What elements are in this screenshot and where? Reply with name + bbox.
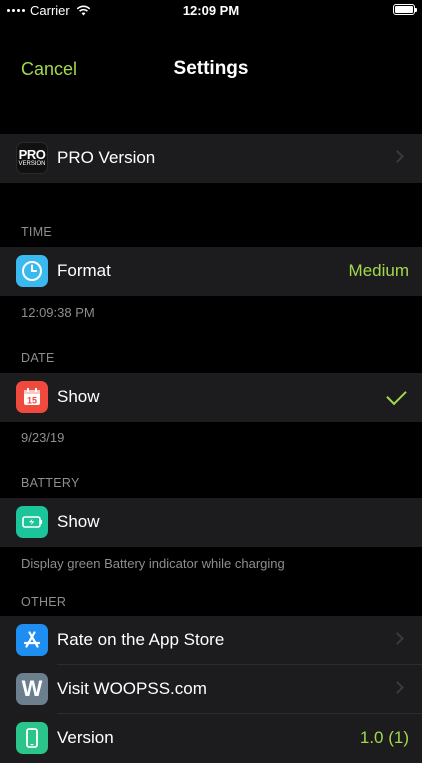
chevron-right-icon xyxy=(391,150,404,163)
phone-icon xyxy=(16,722,48,754)
page-title: Settings xyxy=(173,58,249,79)
time-preview: 12:09:38 PM xyxy=(21,305,95,320)
woopss-icon: W xyxy=(16,673,48,705)
other-section-header: OTHER xyxy=(21,595,67,609)
format-label: Format xyxy=(57,261,111,280)
status-bar: Carrier 12:09 PM xyxy=(0,0,422,22)
date-show-label: Show xyxy=(57,387,100,406)
rate-app-store-row[interactable]: Rate on the App Store xyxy=(0,616,422,665)
time-format-row[interactable]: Format Medium xyxy=(0,247,422,296)
date-section-header: DATE xyxy=(21,351,55,365)
app-store-icon xyxy=(16,624,48,656)
chevron-right-icon xyxy=(391,632,404,645)
chevron-right-icon xyxy=(391,681,404,694)
date-preview: 9/23/19 xyxy=(21,430,65,445)
format-value: Medium xyxy=(348,261,409,280)
navigation-bar: Cancel Settings xyxy=(0,22,422,118)
battery-status-icon xyxy=(393,4,417,15)
battery-charging-icon xyxy=(16,506,48,538)
pro-version-label: PRO Version xyxy=(57,148,156,167)
checkmark-icon xyxy=(386,384,407,406)
calendar-day: 15 xyxy=(27,396,37,406)
pro-version-row[interactable]: PRO VERSION PRO Version xyxy=(0,134,422,183)
battery-section-header: BATTERY xyxy=(21,476,80,490)
version-label: Version xyxy=(57,728,114,747)
visit-website-row[interactable]: W Visit WOOPSS.com xyxy=(0,665,422,714)
visit-label: Visit WOOPSS.com xyxy=(57,679,207,698)
calendar-icon: 15 xyxy=(16,381,48,413)
time-section-header: TIME xyxy=(21,225,53,239)
clock-icon xyxy=(16,255,48,287)
status-time: 12:09 PM xyxy=(182,3,240,18)
version-row: Version 1.0 (1) xyxy=(0,714,422,763)
rate-label: Rate on the App Store xyxy=(57,630,225,649)
battery-show-label: Show xyxy=(57,512,100,531)
pro-version-icon: PRO VERSION xyxy=(16,142,48,174)
version-value: 1.0 (1) xyxy=(359,728,409,747)
battery-description: Display green Battery indicator while ch… xyxy=(21,556,285,571)
date-show-row[interactable]: 15 Show xyxy=(0,373,422,422)
battery-show-row[interactable]: Show xyxy=(0,498,422,547)
